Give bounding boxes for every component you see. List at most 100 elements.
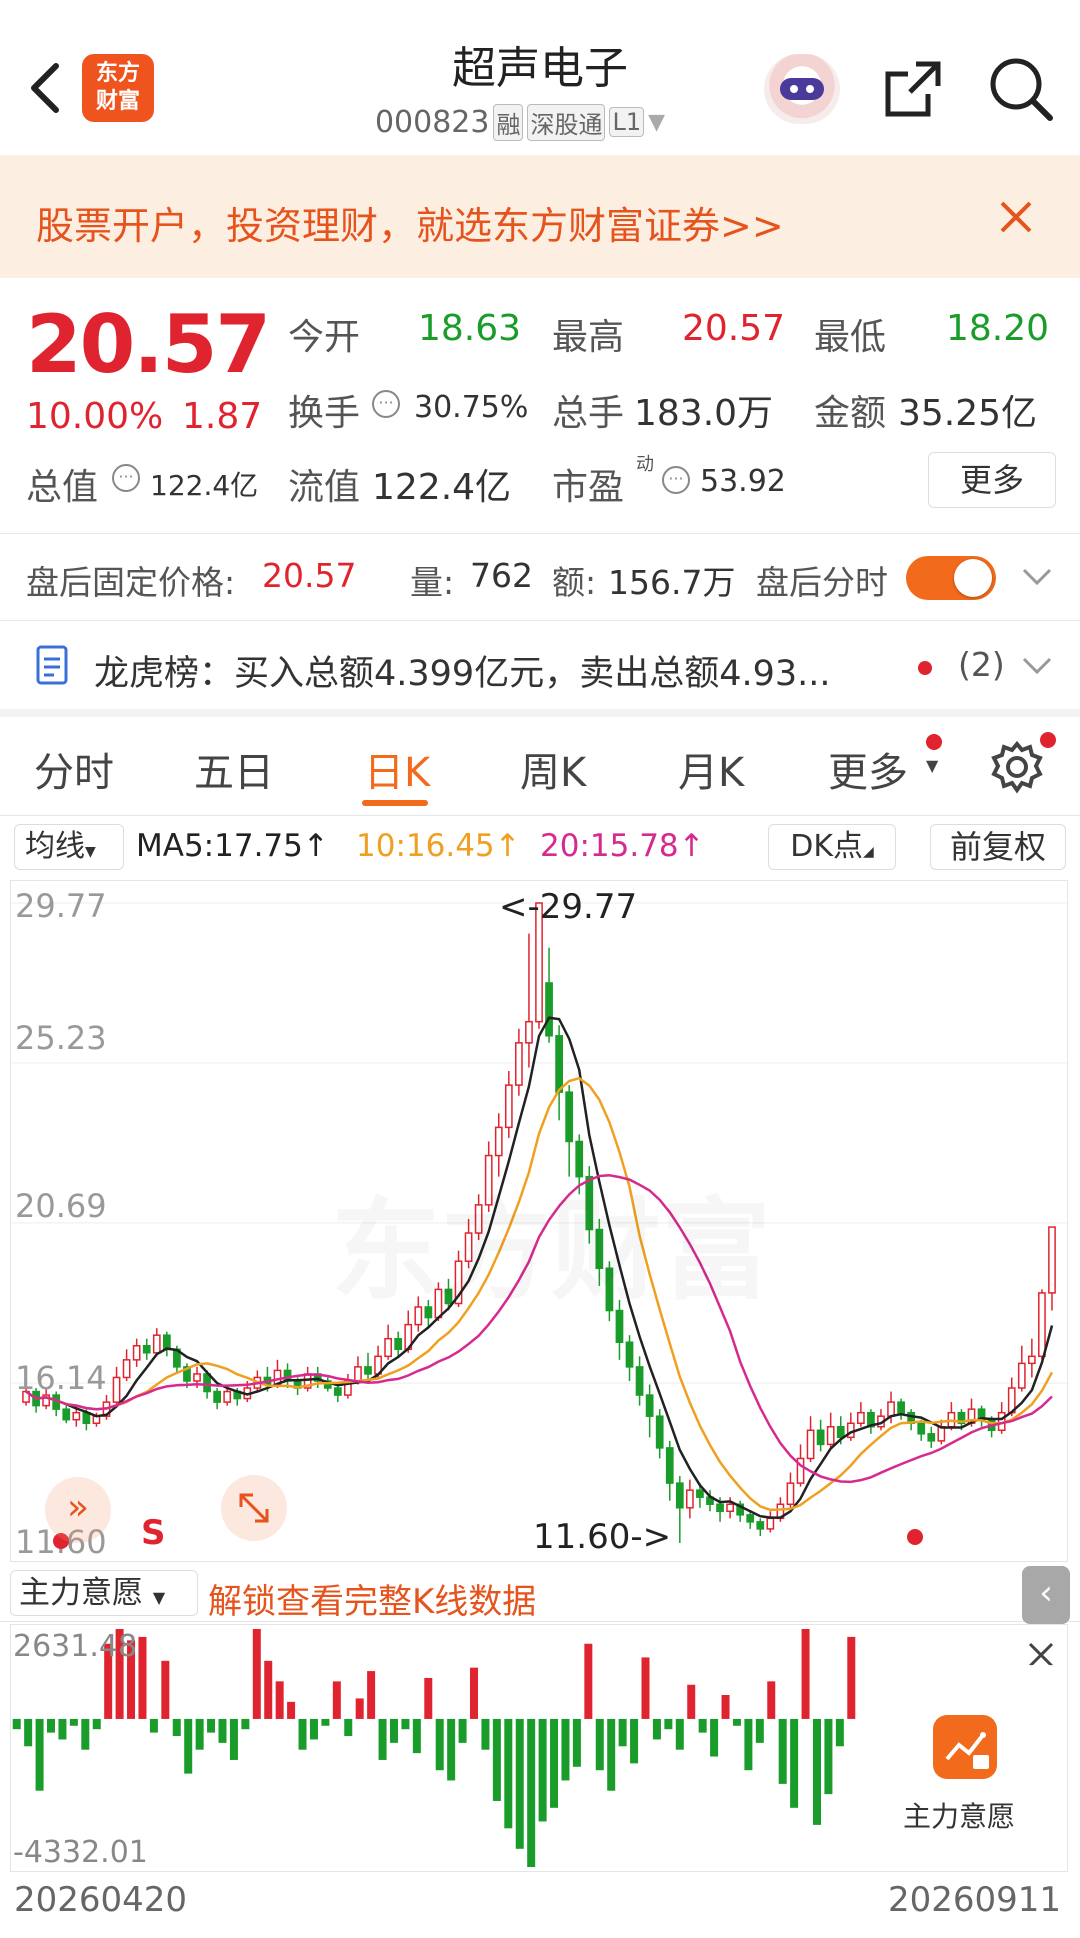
main-force-bar-negative	[218, 1718, 227, 1743]
y-label-2: 25.23	[15, 1019, 107, 1057]
promo-text[interactable]: 股票开户，投资理财，就选东方财富证券>>	[36, 195, 784, 250]
candle-up	[354, 1366, 362, 1382]
red-dot-icon	[1040, 732, 1056, 748]
tab-weekly-k[interactable]: 周K	[520, 740, 586, 798]
info-icon[interactable]: ···	[372, 390, 400, 418]
after-hours-toggle[interactable]	[906, 556, 996, 600]
main-force-bar-positive	[801, 1629, 810, 1719]
chevron-down-icon[interactable]	[1020, 651, 1054, 681]
candle-down	[917, 1422, 926, 1435]
candle-up	[112, 1376, 121, 1403]
candle-up	[193, 1373, 201, 1382]
caret-down-icon[interactable]: ▼	[648, 110, 665, 135]
expand-icon[interactable]	[221, 1475, 287, 1541]
kline-chart[interactable]: 东方财富 29.77 25.23 20.69 16.14 11.60 <-29.…	[10, 880, 1068, 1562]
candle-down	[696, 1489, 704, 1498]
info-icon[interactable]: ···	[662, 466, 690, 494]
main-force-bar-negative	[229, 1718, 238, 1760]
tab-more[interactable]: 更多	[828, 740, 908, 798]
candle-down	[213, 1390, 222, 1403]
red-dot-icon	[918, 661, 932, 675]
candle-down	[545, 982, 553, 1037]
candle-up	[515, 1042, 523, 1086]
watermark: 东方财富	[331, 1161, 771, 1321]
close-icon[interactable]	[996, 197, 1036, 237]
settings-gear-icon[interactable]	[990, 740, 1044, 794]
after-hours-vol: 762	[470, 556, 533, 595]
main-force-bar-negative	[652, 1718, 661, 1740]
main-force-bar-negative	[778, 1718, 787, 1784]
main-force-selector-label: 主力意愿	[19, 1575, 143, 1611]
quote-panel: 20.57 10.00% 1.87 今开 18.63 最高 20.57 最低 1…	[0, 278, 1080, 533]
dragon-tiger-text[interactable]: 龙虎榜：买入总额4.399亿元，卖出总额4.93...	[94, 645, 831, 696]
main-force-bar-negative	[675, 1718, 684, 1750]
ma10-value: 10:16.45↑	[356, 828, 521, 864]
share-icon[interactable]	[878, 54, 948, 124]
main-force-bar-negative	[732, 1718, 741, 1726]
more-button[interactable]: 更多	[928, 452, 1056, 508]
candle-up	[1017, 1362, 1026, 1389]
main-force-bar-positive	[767, 1681, 776, 1719]
main-force-bar-positive	[138, 1636, 147, 1719]
turnover-value: 30.75%	[414, 390, 529, 425]
chevron-down-icon[interactable]	[1020, 562, 1054, 592]
main-force-bar-negative	[24, 1718, 33, 1747]
candle-up	[525, 1020, 533, 1044]
dragon-tiger-row[interactable]: 龙虎榜：买入总额4.399亿元，卖出总额4.93... (2)	[0, 621, 1080, 709]
app-header: 东方 财富 超声电子 000823 融 深股通 L1 ▼	[0, 0, 1080, 155]
ma-selector[interactable]: 均线▼	[14, 824, 124, 870]
main-force-bar-positive	[275, 1681, 284, 1719]
candle-down	[142, 1345, 151, 1354]
high-label: 最高	[552, 317, 625, 358]
dk-point-button[interactable]: DK点◢	[768, 824, 896, 870]
robot-avatar-icon[interactable]	[764, 54, 840, 124]
candle-down	[625, 1341, 634, 1368]
price-adjust-button[interactable]: 前复权	[930, 824, 1066, 870]
main-force-bar-negative	[607, 1718, 616, 1791]
main-force-lock-icon	[933, 1715, 997, 1779]
candle-up	[887, 1401, 895, 1417]
level-badge: L1	[609, 107, 645, 137]
collapse-arrow-icon[interactable]: ‹	[1022, 1566, 1070, 1624]
main-force-bar-negative	[172, 1718, 181, 1737]
double-chevron-icon[interactable]: »	[45, 1477, 111, 1543]
info-icon[interactable]: ···	[112, 464, 140, 492]
y-label-3: 20.69	[15, 1187, 107, 1225]
volume-value: 183.0万	[634, 393, 774, 434]
low-value: 18.20	[946, 308, 1050, 349]
search-icon[interactable]	[984, 52, 1056, 124]
candle-up	[1048, 1226, 1056, 1294]
ma5-value: MA5:17.75↑	[136, 828, 329, 864]
main-force-bar-negative	[401, 1718, 410, 1730]
tab-timeshare[interactable]: 分时	[34, 740, 114, 798]
tab-monthly-k[interactable]: 月K	[678, 740, 744, 798]
main-force-panel[interactable]: 主力意愿	[857, 1665, 1067, 1871]
main-force-bar-negative	[344, 1718, 353, 1737]
main-force-bar-negative	[12, 1718, 21, 1730]
candle-up	[686, 1489, 694, 1509]
volume-label: 总手	[552, 393, 625, 434]
candle-down	[62, 1408, 71, 1421]
sell-signal-marker: S	[141, 1513, 166, 1553]
change-percent: 10.00%	[26, 396, 164, 437]
main-force-bar-negative	[435, 1718, 444, 1771]
promo-banner[interactable]: 股票开户，投资理财，就选东方财富证券>>	[0, 155, 1080, 278]
active-tab-indicator	[362, 800, 428, 806]
open-value: 18.63	[418, 308, 522, 349]
pe-value: 53.92	[700, 464, 786, 499]
candle-up	[786, 1482, 795, 1506]
main-force-bar-negative	[595, 1718, 604, 1771]
amount-value: 35.25亿	[898, 393, 1038, 434]
main-force-y-bottom: -4332.01	[13, 1835, 148, 1870]
back-icon[interactable]	[22, 58, 66, 118]
main-force-bar-negative	[710, 1718, 719, 1757]
main-force-selector[interactable]: 主力意愿 ▼	[10, 1570, 198, 1616]
unlock-kline-link[interactable]: 解锁查看完整K线数据	[208, 1574, 536, 1623]
tab-five-day[interactable]: 五日	[194, 740, 274, 798]
tab-daily-k[interactable]: 日K	[364, 740, 430, 798]
max-price-marker: <-29.77	[499, 887, 638, 927]
y-label-4: 16.14	[15, 1359, 107, 1397]
main-force-bar-positive	[641, 1657, 650, 1719]
main-force-bar-negative	[447, 1718, 456, 1781]
main-force-bar-negative	[835, 1718, 844, 1747]
